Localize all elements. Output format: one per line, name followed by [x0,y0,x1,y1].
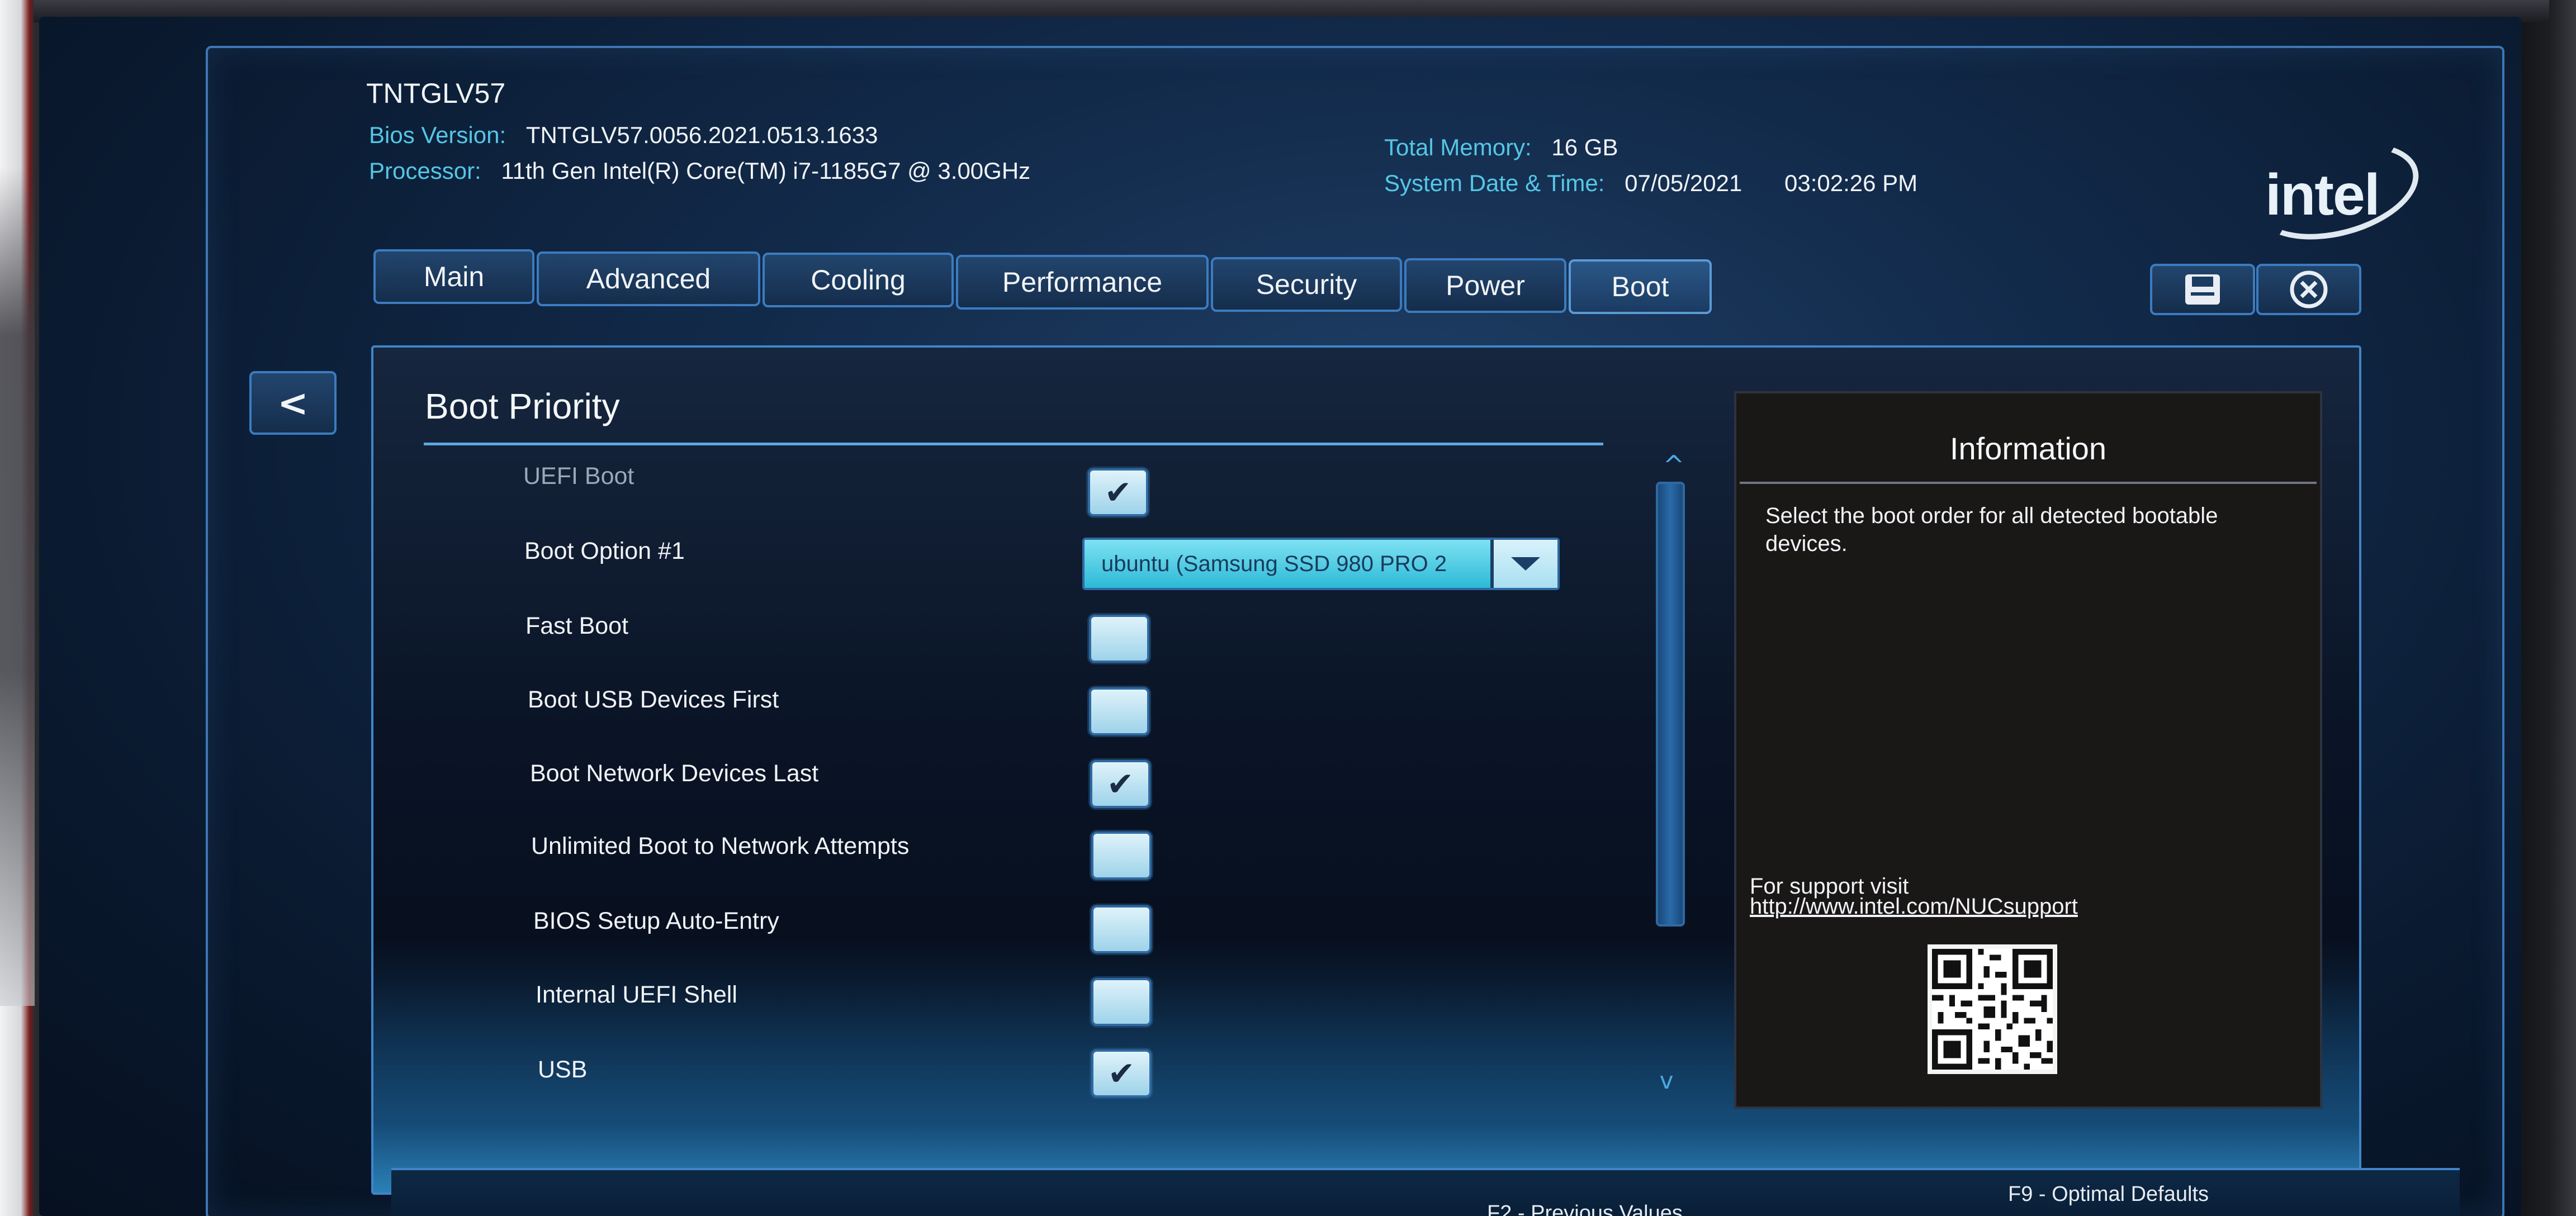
footer-hint-f9: F9 - Optimal Defaults [2008,1182,2209,1206]
tab-label: Cooling [811,264,906,296]
tab-label: Performance [1002,267,1163,298]
option-label-boot-option-1: Boot Option #1 [524,538,685,564]
tab-cooling[interactable]: Cooling [763,253,954,307]
boot-option-1-select[interactable]: ubuntu (Samsung SSD 980 PRO 2 [1082,538,1560,590]
checkbox-uefi-boot[interactable]: ✔ [1088,468,1148,516]
datetime-label: System Date & Time: [1384,170,1605,196]
info-divider [1740,482,2317,484]
info-title: Information [1949,431,2107,466]
processor-value: 11th Gen Intel(R) Core(TM) i7-1185G7 @ 3… [501,158,1031,184]
support-qr-code [1928,944,2057,1074]
tab-label: Security [1256,269,1357,300]
tab-label: Power [1446,270,1525,301]
checkbox-boot-usb-first[interactable] [1089,687,1149,735]
support-link[interactable]: http://www.intel.com/NUCsupport [1750,894,2078,919]
tab-label: Advanced [586,263,711,294]
tab-power[interactable]: Power [1404,258,1566,313]
bios-version-row: Bios Version: TNTGLV57.0056.2021.0513.16… [369,122,878,149]
checkbox-bios-setup-auto-entry[interactable] [1091,905,1152,953]
processor-label: Processor: [369,158,481,184]
processor-row: Processor: 11th Gen Intel(R) Core(TM) i7… [369,158,1030,184]
date-value[interactable]: 07/05/2021 [1625,170,1742,196]
checkbox-boot-network-last[interactable]: ✔ [1090,760,1150,808]
intel-logo-text: intel [2265,163,2380,227]
option-label-unlimited-network-attempts: Unlimited Boot to Network Attempts [531,833,910,859]
save-icon [2185,274,2220,305]
checkmark-icon: ✔ [1107,1054,1135,1092]
tab-advanced[interactable]: Advanced [537,251,760,306]
info-description: Select the boot order for all detected b… [1765,504,2218,556]
memory-row: Total Memory: 16 GB [1384,134,1618,161]
tab-boot[interactable]: Boot [1569,259,1712,314]
bios-version-label: Bios Version: [369,122,506,148]
footer-hint-f2: F2 - Previous Values [1487,1201,1683,1216]
option-label-boot-network-last: Boot Network Devices Last [530,760,819,787]
option-label-usb: USB [538,1056,588,1083]
option-label-internal-uefi-shell: Internal UEFI Shell [536,981,737,1008]
tab-main[interactable]: Main [373,249,534,304]
desk-shadow [0,168,35,1006]
option-label-fast-boot: Fast Boot [525,612,629,639]
option-label-uefi-boot: UEFI Boot [523,463,634,490]
bios-version-value: TNTGLV57.0056.2021.0513.1633 [525,122,878,148]
save-button[interactable] [2150,264,2255,315]
back-icon: < [277,381,309,425]
back-button[interactable]: < [249,371,337,435]
time-value[interactable]: 03:02:26 PM [1784,170,1917,196]
section-divider [424,443,1603,445]
checkbox-fast-boot[interactable] [1089,615,1149,663]
checkbox-unlimited-network-attempts[interactable] [1091,832,1152,880]
memory-label: Total Memory: [1384,134,1532,160]
tab-label: Boot [1611,271,1669,302]
dropdown-arrow-icon[interactable] [1490,540,1557,588]
checkbox-internal-uefi-shell[interactable] [1091,978,1152,1026]
option-label-bios-setup-auto-entry: BIOS Setup Auto-Entry [533,908,779,934]
option-label-boot-usb-first: Boot USB Devices First [528,686,779,713]
close-circle-icon [2290,270,2328,308]
tab-security[interactable]: Security [1211,257,1402,312]
datetime-row: System Date & Time: 07/05/2021 03:02:26 … [1384,170,1917,197]
scroll-down-icon[interactable]: v [1652,1067,1681,1094]
checkbox-usb[interactable]: ✔ [1091,1049,1152,1098]
tab-performance[interactable]: Performance [956,255,1209,310]
intel-logo: intel [2244,126,2430,256]
model-name: TNTGLV57 [366,78,506,109]
memory-value: 16 GB [1551,134,1618,160]
checkmark-icon: ✔ [1104,473,1132,511]
scroll-up-icon[interactable]: ^ [1659,452,1688,478]
exit-button[interactable] [2256,264,2361,315]
section-title: Boot Priority [425,386,620,426]
boot-option-1-value: ubuntu (Samsung SSD 980 PRO 2 [1101,551,1447,576]
checkmark-icon: ✔ [1106,765,1134,803]
tab-label: Main [423,261,485,292]
scrollbar-track[interactable] [1656,482,1685,927]
